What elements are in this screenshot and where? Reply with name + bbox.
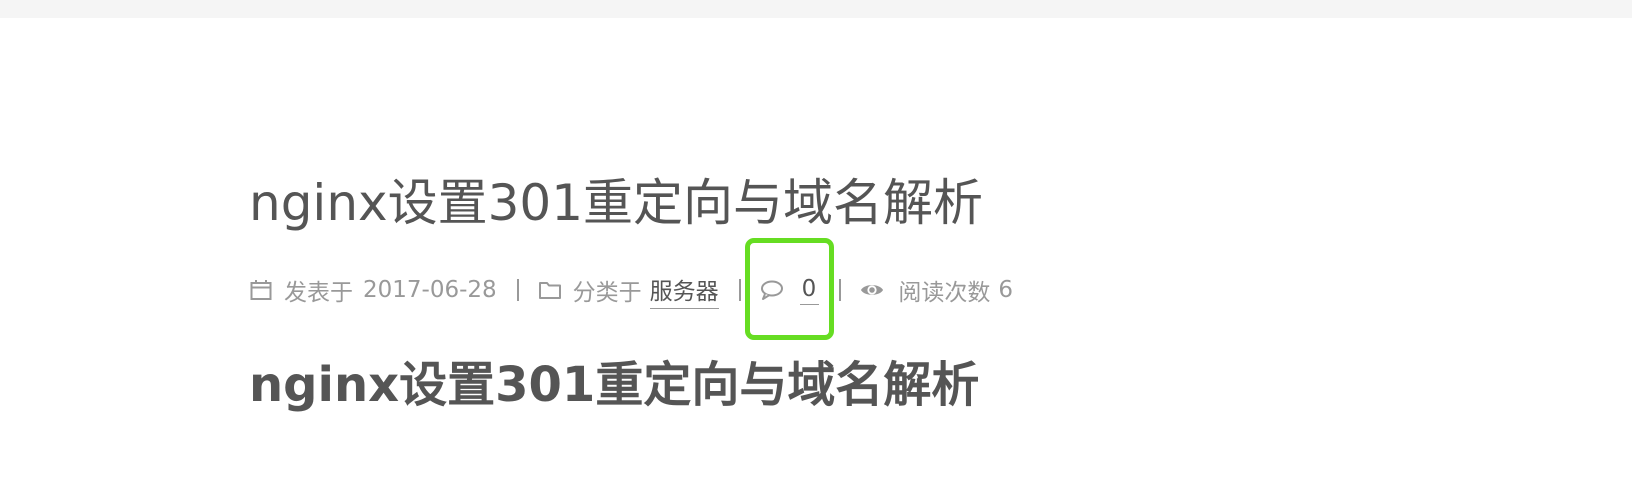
views: 阅读次数 6	[860, 273, 1013, 307]
comment-icon	[760, 278, 784, 302]
posted-label: 发表于	[284, 280, 353, 306]
comment-count[interactable]: 0	[799, 276, 820, 305]
calendar-icon	[249, 278, 273, 302]
views-label: 阅读次数	[898, 280, 991, 306]
meta-divider	[516, 279, 519, 301]
folder-icon	[538, 278, 562, 302]
post-meta: 发表于 2017-06-28 分类于 服务器 0 阅读次数 6	[249, 270, 1013, 310]
comments-link[interactable]: 0	[760, 276, 820, 305]
post-title[interactable]: nginx设置301重定向与域名解析	[249, 168, 983, 238]
top-strip	[0, 0, 1632, 18]
category-link[interactable]: 服务器	[649, 272, 719, 309]
meta-divider	[839, 279, 842, 301]
category-label: 分类于	[572, 280, 642, 306]
content-heading: nginx设置301重定向与域名解析	[249, 357, 980, 413]
meta-divider	[738, 279, 741, 301]
posted-date: 2017-06-28	[363, 277, 497, 303]
views-count: 6	[998, 277, 1013, 303]
eye-icon	[860, 278, 884, 302]
